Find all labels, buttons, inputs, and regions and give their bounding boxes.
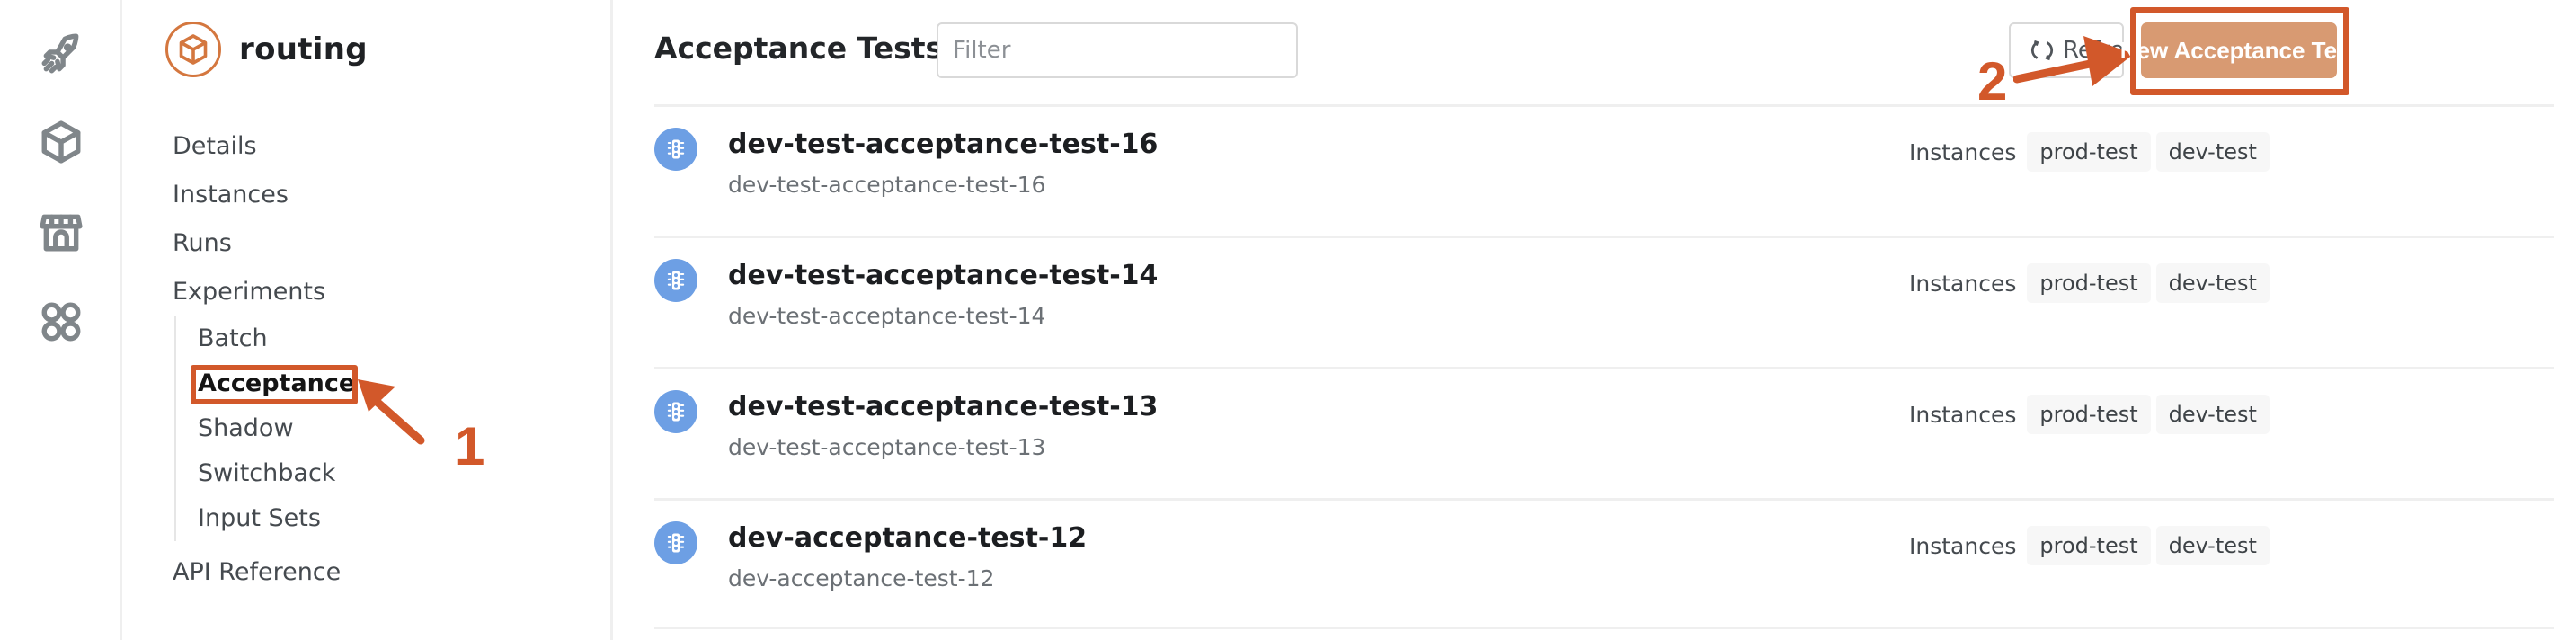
test-row[interactable]: dev-test-acceptance-test-14 dev-test-acc…	[654, 236, 2554, 367]
app-header: routing	[165, 22, 368, 77]
instance-tag[interactable]: prod-test	[2027, 526, 2151, 565]
instances-label: Instances	[1909, 401, 2017, 428]
test-instances: Instances prod-test dev-test	[1909, 526, 2270, 565]
instances-label: Instances	[1909, 138, 2017, 165]
nav-item-runs[interactable]: Runs	[173, 219, 355, 268]
test-instances: Instances prod-test dev-test	[1909, 395, 2270, 434]
instances-label: Instances	[1909, 532, 2017, 559]
instance-tag[interactable]: dev-test	[2155, 526, 2270, 565]
annotation-arrow-1	[358, 379, 425, 445]
instance-tag[interactable]: dev-test	[2155, 395, 2270, 434]
traffic-light-icon	[654, 521, 697, 564]
traffic-light-icon	[654, 390, 697, 433]
test-name[interactable]: dev-test-acceptance-test-16	[728, 129, 1158, 160]
experiments-subnav: Batch Acceptance Shadow Switchback Input…	[174, 316, 358, 541]
new-acceptance-test-button[interactable]: New Acceptance Test	[2120, 22, 2358, 78]
annotation-highlight-1	[191, 365, 358, 404]
rail-item-marketplace[interactable]	[36, 207, 86, 257]
nav-item-acceptance[interactable]: Acceptance	[191, 361, 358, 406]
instance-tag[interactable]: dev-test	[2155, 132, 2270, 172]
annotation-step-1: 1	[455, 416, 485, 476]
test-row[interactable]: dev-test-acceptance-test-13 dev-test-acc…	[654, 367, 2554, 498]
cube-icon	[179, 34, 208, 65]
rocket-icon	[41, 33, 79, 74]
test-id: dev-test-acceptance-test-16	[728, 172, 1046, 198]
cube-icon	[41, 120, 81, 164]
rail-item-deployments[interactable]	[36, 29, 86, 79]
traffic-light-icon	[654, 128, 697, 171]
filter-input[interactable]	[937, 22, 1298, 78]
app-name: routing	[239, 31, 368, 67]
grid-circles-icon	[41, 302, 81, 342]
rail-item-apps[interactable]	[36, 117, 86, 167]
traffic-light-icon	[654, 259, 697, 302]
storefront-icon	[40, 214, 83, 252]
test-instances: Instances prod-test dev-test	[1909, 263, 2270, 303]
test-instances: Instances prod-test dev-test	[1909, 132, 2270, 172]
icon-rail	[0, 0, 122, 640]
instance-tag[interactable]: prod-test	[2027, 132, 2151, 172]
instance-tag[interactable]: prod-test	[2027, 263, 2151, 303]
nav-item-experiments[interactable]: Experiments	[173, 268, 355, 316]
test-row[interactable]: dev-test-acceptance-test-16 dev-test-acc…	[654, 104, 2554, 236]
test-row[interactable]: dev-acceptance-test-12 dev-acceptance-te…	[654, 498, 2554, 629]
nav-item-instances[interactable]: Instances	[173, 171, 355, 219]
test-id: dev-test-acceptance-test-14	[728, 303, 1046, 329]
test-name[interactable]: dev-test-acceptance-test-13	[728, 391, 1158, 422]
test-id: dev-acceptance-test-12	[728, 565, 995, 591]
annotation-step-2: 2	[1977, 51, 2008, 111]
nav-item-batch[interactable]: Batch	[198, 316, 355, 361]
rail-item-more[interactable]	[36, 297, 86, 347]
test-name[interactable]: dev-acceptance-test-12	[728, 522, 1087, 554]
nav-item-input-sets[interactable]: Input Sets	[198, 496, 355, 541]
main-content: Acceptance Tests Refresh 2 New Acceptanc…	[613, 0, 2576, 640]
page-title: Acceptance Tests	[654, 31, 944, 66]
instance-tag[interactable]: dev-test	[2155, 263, 2270, 303]
test-id: dev-test-acceptance-test-13	[728, 434, 1046, 460]
nav-item-details[interactable]: Details	[173, 122, 355, 171]
app-sidebar: routing Details Instances Runs Experimen…	[122, 0, 613, 640]
instances-label: Instances	[1909, 270, 2017, 297]
app-logo	[165, 22, 221, 77]
app-nav: Details Instances Runs Experiments Batch…	[173, 122, 358, 597]
test-name[interactable]: dev-test-acceptance-test-14	[728, 260, 1158, 291]
instance-tag[interactable]: prod-test	[2027, 395, 2151, 434]
acceptance-test-list: dev-test-acceptance-test-16 dev-test-acc…	[654, 104, 2554, 629]
nav-item-switchback[interactable]: Switchback	[198, 451, 355, 496]
nav-item-shadow[interactable]: Shadow	[198, 406, 355, 451]
nav-item-api-reference[interactable]: API Reference	[173, 548, 355, 597]
